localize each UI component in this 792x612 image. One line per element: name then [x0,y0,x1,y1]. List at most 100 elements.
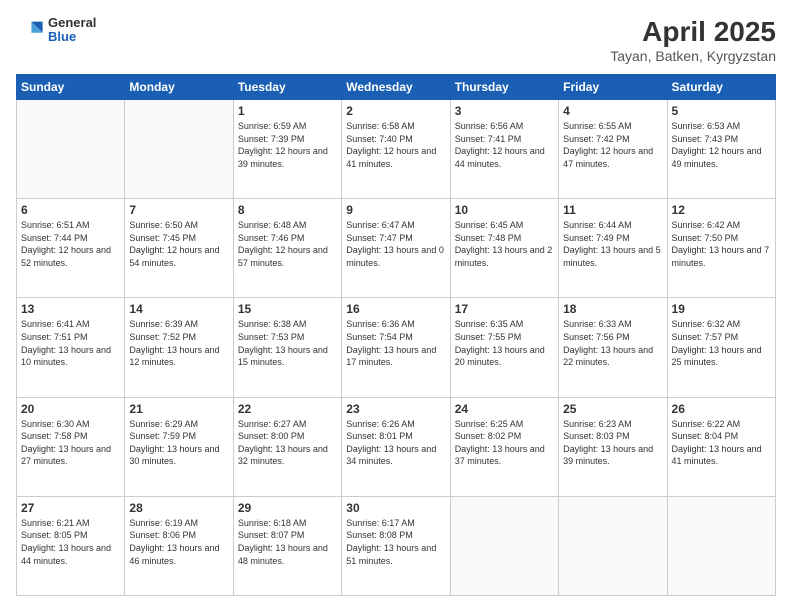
day-info: Sunrise: 6:56 AM Sunset: 7:41 PM Dayligh… [455,120,554,170]
col-wednesday: Wednesday [342,75,450,100]
header-row: Sunday Monday Tuesday Wednesday Thursday… [17,75,776,100]
col-friday: Friday [559,75,667,100]
col-monday: Monday [125,75,233,100]
table-row: 19 Sunrise: 6:32 AM Sunset: 7:57 PM Dayli… [667,298,775,397]
day-number: 13 [21,302,120,316]
day-number: 14 [129,302,228,316]
day-number: 8 [238,203,337,217]
month-title: April 2025 [610,16,776,48]
day-number: 27 [21,501,120,515]
table-row [559,496,667,595]
table-row: 25 Sunrise: 6:23 AM Sunset: 8:03 PM Dayli… [559,397,667,496]
day-number: 20 [21,402,120,416]
day-number: 7 [129,203,228,217]
logo-blue: Blue [48,30,96,44]
table-row: 1 Sunrise: 6:59 AM Sunset: 7:39 PM Daylig… [233,100,341,199]
header: General Blue April 2025 Tayan, Batken, K… [16,16,776,64]
day-number: 30 [346,501,445,515]
table-row: 8 Sunrise: 6:48 AM Sunset: 7:46 PM Daylig… [233,199,341,298]
day-info: Sunrise: 6:32 AM Sunset: 7:57 PM Dayligh… [672,318,771,368]
day-number: 21 [129,402,228,416]
day-number: 25 [563,402,662,416]
table-row [450,496,558,595]
day-info: Sunrise: 6:21 AM Sunset: 8:05 PM Dayligh… [21,517,120,567]
day-number: 1 [238,104,337,118]
logo: General Blue [16,16,96,45]
day-info: Sunrise: 6:51 AM Sunset: 7:44 PM Dayligh… [21,219,120,269]
day-number: 19 [672,302,771,316]
table-row: 3Sunrise: 6:56 AM Sunset: 7:41 PM Daylig… [450,100,558,199]
day-info: Sunrise: 6:41 AM Sunset: 7:51 PM Dayligh… [21,318,120,368]
calendar-header: Sunday Monday Tuesday Wednesday Thursday… [17,75,776,100]
day-info: Sunrise: 6:55 AM Sunset: 7:42 PM Dayligh… [563,120,662,170]
day-number: 18 [563,302,662,316]
day-number: 5 [672,104,771,118]
table-row: 21 Sunrise: 6:29 AM Sunset: 7:59 PM Dayli… [125,397,233,496]
table-row: 12 Sunrise: 6:42 AM Sunset: 7:50 PM Dayli… [667,199,775,298]
day-info: Sunrise: 6:17 AM Sunset: 8:08 PM Dayligh… [346,517,445,567]
table-row: 22 Sunrise: 6:27 AM Sunset: 8:00 PM Dayli… [233,397,341,496]
day-number: 28 [129,501,228,515]
day-info: Sunrise: 6:26 AM Sunset: 8:01 PM Dayligh… [346,418,445,468]
day-info: Sunrise: 6:22 AM Sunset: 8:04 PM Dayligh… [672,418,771,468]
table-row: 24 Sunrise: 6:25 AM Sunset: 8:02 PM Dayli… [450,397,558,496]
table-row: 26Sunrise: 6:22 AM Sunset: 8:04 PM Dayli… [667,397,775,496]
day-number: 15 [238,302,337,316]
col-sunday: Sunday [17,75,125,100]
day-number: 9 [346,203,445,217]
table-row: 27 Sunrise: 6:21 AM Sunset: 8:05 PM Dayli… [17,496,125,595]
day-info: Sunrise: 6:30 AM Sunset: 7:58 PM Dayligh… [21,418,120,468]
day-info: Sunrise: 6:47 AM Sunset: 7:47 PM Dayligh… [346,219,445,269]
day-info: Sunrise: 6:53 AM Sunset: 7:43 PM Dayligh… [672,120,771,170]
table-row: 23 Sunrise: 6:26 AM Sunset: 8:01 PM Dayli… [342,397,450,496]
table-row: 13 Sunrise: 6:41 AM Sunset: 7:51 PM Dayli… [17,298,125,397]
logo-icon [16,16,44,44]
day-info: Sunrise: 6:42 AM Sunset: 7:50 PM Dayligh… [672,219,771,269]
table-row: 7 Sunrise: 6:50 AM Sunset: 7:45 PM Daylig… [125,199,233,298]
day-info: Sunrise: 6:29 AM Sunset: 7:59 PM Dayligh… [129,418,228,468]
table-row [125,100,233,199]
day-number: 2 [346,104,445,118]
col-tuesday: Tuesday [233,75,341,100]
day-number: 6 [21,203,120,217]
day-info: Sunrise: 6:45 AM Sunset: 7:48 PM Dayligh… [455,219,554,269]
day-number: 17 [455,302,554,316]
table-row: 16Sunrise: 6:36 AM Sunset: 7:54 PM Dayli… [342,298,450,397]
logo-text: General Blue [48,16,96,45]
day-info: Sunrise: 6:19 AM Sunset: 8:06 PM Dayligh… [129,517,228,567]
col-thursday: Thursday [450,75,558,100]
location-title: Tayan, Batken, Kyrgyzstan [610,48,776,64]
day-number: 10 [455,203,554,217]
day-info: Sunrise: 6:23 AM Sunset: 8:03 PM Dayligh… [563,418,662,468]
day-info: Sunrise: 6:44 AM Sunset: 7:49 PM Dayligh… [563,219,662,269]
day-info: Sunrise: 6:39 AM Sunset: 7:52 PM Dayligh… [129,318,228,368]
title-block: April 2025 Tayan, Batken, Kyrgyzstan [610,16,776,64]
day-info: Sunrise: 6:50 AM Sunset: 7:45 PM Dayligh… [129,219,228,269]
day-info: Sunrise: 6:35 AM Sunset: 7:55 PM Dayligh… [455,318,554,368]
logo-general: General [48,16,96,30]
table-row [667,496,775,595]
day-number: 22 [238,402,337,416]
day-info: Sunrise: 6:27 AM Sunset: 8:00 PM Dayligh… [238,418,337,468]
table-row: 15 Sunrise: 6:38 AM Sunset: 7:53 PM Dayli… [233,298,341,397]
day-number: 24 [455,402,554,416]
day-info: Sunrise: 6:38 AM Sunset: 7:53 PM Dayligh… [238,318,337,368]
col-saturday: Saturday [667,75,775,100]
day-info: Sunrise: 6:59 AM Sunset: 7:39 PM Dayligh… [238,120,337,170]
table-row: 20 Sunrise: 6:30 AM Sunset: 7:58 PM Dayli… [17,397,125,496]
table-row: 6 Sunrise: 6:51 AM Sunset: 7:44 PM Daylig… [17,199,125,298]
day-info: Sunrise: 6:18 AM Sunset: 8:07 PM Dayligh… [238,517,337,567]
day-info: Sunrise: 6:25 AM Sunset: 8:02 PM Dayligh… [455,418,554,468]
table-row: 5 Sunrise: 6:53 AM Sunset: 7:43 PM Daylig… [667,100,775,199]
table-row: 29 Sunrise: 6:18 AM Sunset: 8:07 PM Dayli… [233,496,341,595]
day-number: 29 [238,501,337,515]
day-number: 4 [563,104,662,118]
table-row: 4 Sunrise: 6:55 AM Sunset: 7:42 PM Daylig… [559,100,667,199]
day-number: 16 [346,302,445,316]
table-row: 9 Sunrise: 6:47 AM Sunset: 7:47 PM Daylig… [342,199,450,298]
day-number: 23 [346,402,445,416]
day-number: 12 [672,203,771,217]
table-row: 28 Sunrise: 6:19 AM Sunset: 8:06 PM Dayli… [125,496,233,595]
table-row [17,100,125,199]
day-info: Sunrise: 6:48 AM Sunset: 7:46 PM Dayligh… [238,219,337,269]
